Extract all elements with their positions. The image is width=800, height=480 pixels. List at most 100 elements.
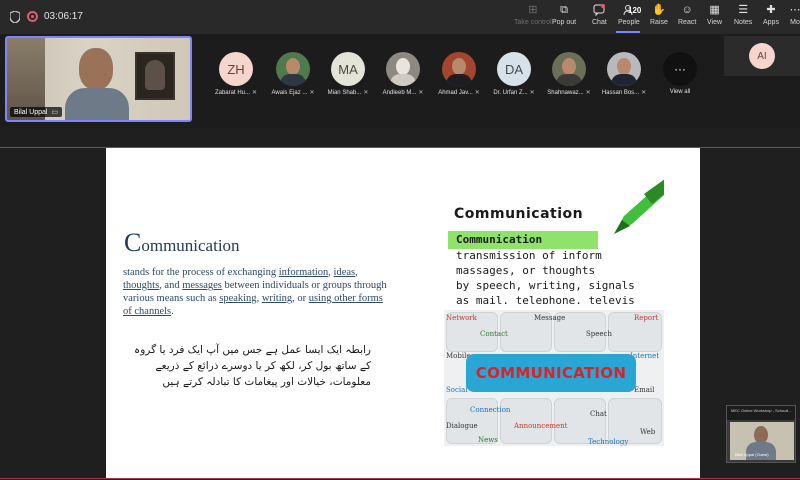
puzzle-word: Technology	[588, 438, 629, 446]
shared-slide: Communication stands for the process of …	[106, 148, 700, 478]
participant-name: Awais Ejaz ...	[271, 89, 308, 96]
puzzle-banner: COMMUNICATION	[466, 354, 636, 392]
view-button[interactable]: ▦ View	[707, 3, 722, 31]
more-label: Mo	[790, 19, 800, 26]
participant-tile[interactable]: MA Mian Shab... ✕	[326, 52, 370, 96]
avatar: AI	[749, 43, 775, 69]
marker-highlighted-word: Communication	[456, 233, 543, 246]
slide-definition: stands for the process of exchanging inf…	[123, 266, 388, 318]
people-active-indicator	[616, 31, 640, 33]
self-view-name: Bilal Uppal (Guest)	[735, 452, 769, 457]
ai-participant-tile[interactable]: AI	[724, 36, 800, 76]
speaker-name: Bilal Uppal	[14, 108, 48, 116]
meeting-toolbar: 03:06:17 ⊞ Take control ⧉ Pop out Chat P…	[0, 0, 800, 34]
raise-label: Raise	[650, 19, 668, 26]
take-control-icon: ⊞	[528, 4, 538, 16]
more-button[interactable]: ⋯ Mo	[788, 3, 800, 31]
term-messages: messages	[182, 280, 222, 291]
mic-off-icon: ✕	[641, 90, 647, 96]
speaker-name-tag: Bilal Uppal ▭	[10, 107, 63, 117]
recording-icon	[27, 11, 38, 22]
self-view-titlebar: MEC Online Workshop - Schooli...	[727, 406, 795, 420]
title-rest: ommunication	[141, 236, 240, 255]
mic-off-icon: ✕	[585, 90, 591, 96]
highlighter-image: Communication Communication transmission…	[444, 176, 664, 304]
chat-button[interactable]: Chat	[592, 3, 607, 31]
avatar: DA	[497, 52, 531, 86]
mic-off-icon: ✕	[474, 90, 480, 96]
participant-tile[interactable]: Hassan Bos... ✕	[602, 52, 646, 96]
term-information: information	[278, 267, 329, 278]
participant-tile[interactable]: Awais Ejaz ... ✕	[271, 52, 315, 96]
slide-title: Communication	[124, 228, 240, 258]
chat-label: Chat	[592, 19, 607, 26]
people-label: People	[618, 19, 640, 26]
pop-out-label: Pop out	[552, 19, 577, 26]
mic-off-icon: ✕	[529, 90, 535, 96]
marker-line: massages, or thoughts	[456, 264, 596, 277]
self-view-tile[interactable]: MEC Online Workshop - Schooli... Bilal U…	[726, 405, 796, 463]
body-text: .	[171, 306, 174, 317]
title-drop-cap: C	[124, 228, 142, 257]
puzzle-word: Network	[446, 314, 477, 322]
participant-tile[interactable]: Andleeb M... ✕	[381, 52, 425, 96]
puzzle-word: Connection	[470, 406, 511, 414]
puzzle-word: Contact	[480, 330, 508, 338]
avatar	[276, 52, 310, 86]
puzzle-word: Report	[634, 314, 659, 322]
notes-label: Notes	[734, 19, 753, 26]
apps-button[interactable]: ✚ Apps	[763, 3, 779, 31]
puzzle-word: Dialogue	[446, 422, 478, 430]
term-speaking: speaking	[219, 293, 257, 304]
view-label: View	[707, 19, 723, 26]
video-wall-frame	[135, 52, 175, 100]
participant-name: Mian Shab...	[327, 89, 362, 96]
take-control-label: Take control	[514, 19, 552, 26]
puzzle-word: Social	[446, 386, 468, 394]
shield-icon	[10, 11, 20, 23]
participant-tile[interactable]: ZH Zabarat Hu... ✕	[214, 52, 258, 96]
react-label: React	[678, 19, 697, 26]
mic-off-icon: ✕	[363, 90, 369, 96]
notes-icon: ☰	[738, 4, 749, 16]
apps-label: Apps	[763, 19, 779, 26]
more-participants-icon: ···	[663, 52, 697, 86]
term-thoughts: thoughts	[123, 280, 160, 291]
puzzle-banner-text: COMMUNICATION	[475, 364, 627, 382]
stage-bottom-border	[0, 478, 800, 479]
separator: ,	[355, 267, 358, 278]
self-view-video: Bilal Uppal (Guest)	[730, 422, 794, 460]
participant-name: Hassan Bos...	[601, 89, 640, 96]
marker-line: by speech, writing, signals	[456, 279, 635, 292]
react-button[interactable]: ☺ React	[678, 3, 696, 31]
puzzle-word: Message	[534, 314, 566, 322]
participant-tile[interactable]: DA Dr. Urfan Z... ✕	[492, 52, 536, 96]
speaker-video-tile[interactable]: Bilal Uppal ▭	[5, 36, 192, 122]
more-icon: ⋯	[789, 4, 800, 16]
participant-tile[interactable]: Ahmad Jav... ✕	[437, 52, 481, 96]
meeting-timer: 03:06:17	[44, 11, 83, 22]
pop-out-button[interactable]: ⧉ Pop out	[552, 3, 576, 31]
participant-name: Shahnawaz...	[547, 89, 584, 96]
puzzle-image: Network Message Report Contact Speech Mo…	[444, 310, 664, 446]
notes-button[interactable]: ☰ Notes	[734, 3, 752, 31]
avatar: ZH	[219, 52, 253, 86]
body-text: , or	[292, 293, 309, 304]
puzzle-word: Chat	[590, 410, 607, 418]
mic-off-icon: ✕	[418, 90, 424, 96]
avatar	[386, 52, 420, 86]
participant-tile[interactable]: Shahnawaz... ✕	[547, 52, 591, 96]
avatar	[552, 52, 586, 86]
pop-out-icon: ⧉	[560, 4, 568, 16]
avatar	[442, 52, 476, 86]
puzzle-word: Announcement	[514, 422, 568, 430]
smiley-icon: ☺	[681, 4, 693, 16]
term-ideas: ideas	[333, 267, 356, 278]
marker-line: as mail, telephone, televis	[456, 294, 635, 304]
take-control-button[interactable]: ⊞ Take control	[514, 3, 552, 31]
raise-hand-button[interactable]: ✋ Raise	[650, 3, 668, 31]
puzzle-word: Web	[640, 428, 656, 436]
marker-heading: Communication	[454, 206, 584, 222]
mic-off-icon: ✕	[251, 90, 258, 96]
view-all-button[interactable]: ··· View all	[658, 52, 702, 95]
